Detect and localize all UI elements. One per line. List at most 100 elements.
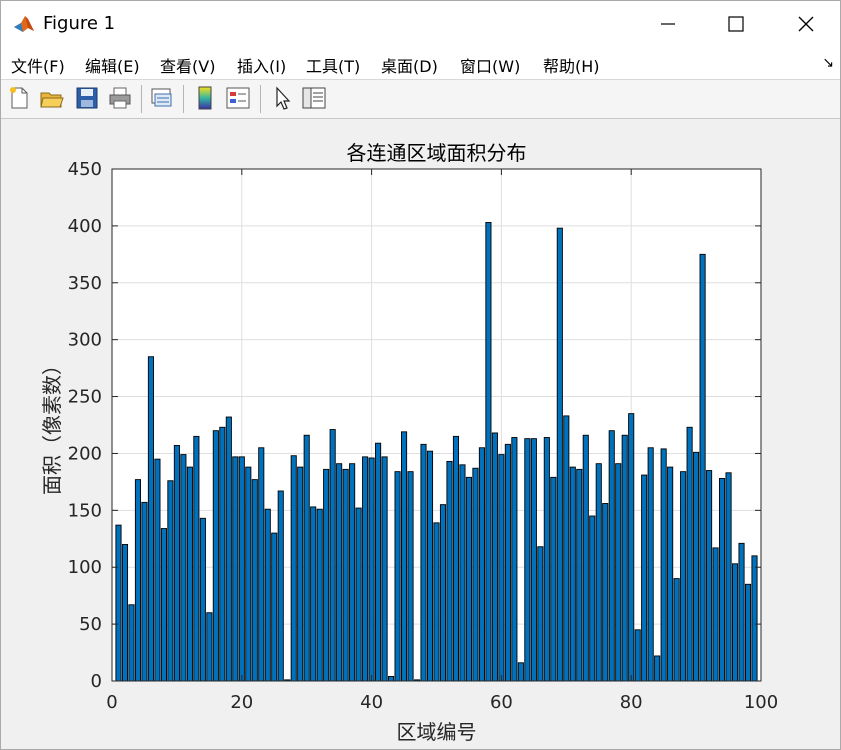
bar <box>731 563 739 682</box>
y-tick-label: 400 <box>68 216 102 237</box>
bar <box>498 454 505 682</box>
x-tick-label: 40 <box>360 692 383 713</box>
bar <box>277 490 284 682</box>
bar <box>433 522 440 682</box>
y-tick-label: 350 <box>68 273 102 294</box>
bar <box>550 476 557 682</box>
maximize-button[interactable] <box>701 1 771 47</box>
bar <box>660 448 667 682</box>
bar <box>725 472 732 682</box>
bar <box>608 430 615 682</box>
bar <box>362 456 369 682</box>
bar <box>420 443 427 682</box>
x-tick-label: 60 <box>490 692 513 713</box>
menu-insert[interactable]: 插入(I) <box>237 53 286 77</box>
bar <box>316 508 323 682</box>
minimize-button[interactable] <box>633 1 703 47</box>
figure-window: Figure 1 文件(F) 编辑(E) 查看(V) 插入(I) 工具(T) 桌… <box>0 0 841 750</box>
property-inspector-icon[interactable] <box>301 85 327 111</box>
link-plot-icon[interactable] <box>149 85 175 111</box>
bar <box>517 662 524 682</box>
menu-desktop[interactable]: 桌面(D) <box>381 53 438 77</box>
pointer-icon[interactable] <box>269 85 295 111</box>
new-figure-icon[interactable] <box>6 85 32 111</box>
bar <box>245 466 252 682</box>
menu-tools[interactable]: 工具(T) <box>306 53 360 77</box>
bar <box>147 356 154 682</box>
bar <box>654 655 661 682</box>
y-tick-label: 100 <box>68 557 102 578</box>
bar <box>349 463 356 682</box>
bar <box>602 503 609 682</box>
bar <box>628 413 635 682</box>
bar <box>238 456 245 682</box>
bar <box>667 466 674 682</box>
bar <box>401 431 408 682</box>
print-icon[interactable] <box>107 85 133 111</box>
bar <box>693 451 700 682</box>
bar <box>173 445 180 682</box>
bar <box>336 463 343 682</box>
bar <box>621 434 628 682</box>
bar <box>459 464 466 682</box>
bar <box>615 463 622 682</box>
bar <box>719 478 726 682</box>
bar <box>744 583 752 682</box>
bar <box>595 463 602 682</box>
bar <box>323 468 330 682</box>
bar <box>134 479 142 682</box>
bar <box>686 426 693 682</box>
x-axis-label: 区域编号 <box>397 720 477 744</box>
bar <box>673 578 680 682</box>
toolbar-separator <box>141 85 142 113</box>
bar <box>446 460 453 682</box>
bar <box>290 455 297 682</box>
bar <box>472 467 479 682</box>
menu-help[interactable]: 帮助(H) <box>543 53 600 77</box>
bar <box>530 438 537 682</box>
figure-canvas[interactable]: 0 20 40 60 80 100 0 50 100 150 200 250 300 350 400 450 … <box>1 119 840 749</box>
y-tick-label: 300 <box>68 330 102 351</box>
menu-view[interactable]: 查看(V) <box>160 53 215 77</box>
y-tick-label: 50 <box>79 614 102 635</box>
menu-window[interactable]: 窗口(W) <box>460 53 520 77</box>
bar <box>407 471 414 682</box>
bar <box>491 432 498 682</box>
dock-arrow-icon[interactable]: ↘ <box>822 55 834 71</box>
close-icon <box>798 16 814 32</box>
save-icon[interactable] <box>74 85 100 111</box>
bar <box>186 466 193 682</box>
minimize-icon <box>661 23 675 25</box>
bar <box>388 675 395 682</box>
close-button[interactable] <box>771 1 841 47</box>
toolbar-separator <box>260 85 261 113</box>
x-tick-label: 20 <box>230 692 253 713</box>
bar-chart: 0 20 40 60 80 100050100150200250300350400450 … <box>40 141 778 744</box>
legend-icon[interactable] <box>225 85 251 111</box>
menu-edit[interactable]: 编辑(E) <box>85 53 140 77</box>
menu-file[interactable]: 文件(F) <box>11 53 65 77</box>
bar <box>738 542 745 682</box>
bar <box>569 466 576 682</box>
bar <box>167 480 174 682</box>
bar <box>699 253 706 682</box>
bar <box>329 429 336 682</box>
bar <box>225 416 232 682</box>
colorbar-icon[interactable] <box>192 85 218 111</box>
bar <box>271 532 278 682</box>
open-file-icon[interactable] <box>39 85 65 111</box>
x-tick-label: 80 <box>620 692 643 713</box>
title-bar: Figure 1 <box>1 1 840 47</box>
bar <box>258 447 265 682</box>
bar <box>206 612 213 682</box>
window-title: Figure 1 <box>43 13 116 34</box>
y-tick-label: 450 <box>68 159 102 180</box>
bar <box>368 457 375 682</box>
menu-bar: 文件(F) 编辑(E) 查看(V) 插入(I) 工具(T) 桌面(D) 窗口(W… <box>1 47 840 80</box>
bar <box>232 456 239 682</box>
bar <box>582 434 589 682</box>
chart-title: 各连通区域面积分布 <box>347 141 527 165</box>
bar <box>524 438 531 682</box>
x-tick-label: 100 <box>744 692 778 713</box>
bar <box>355 507 362 682</box>
